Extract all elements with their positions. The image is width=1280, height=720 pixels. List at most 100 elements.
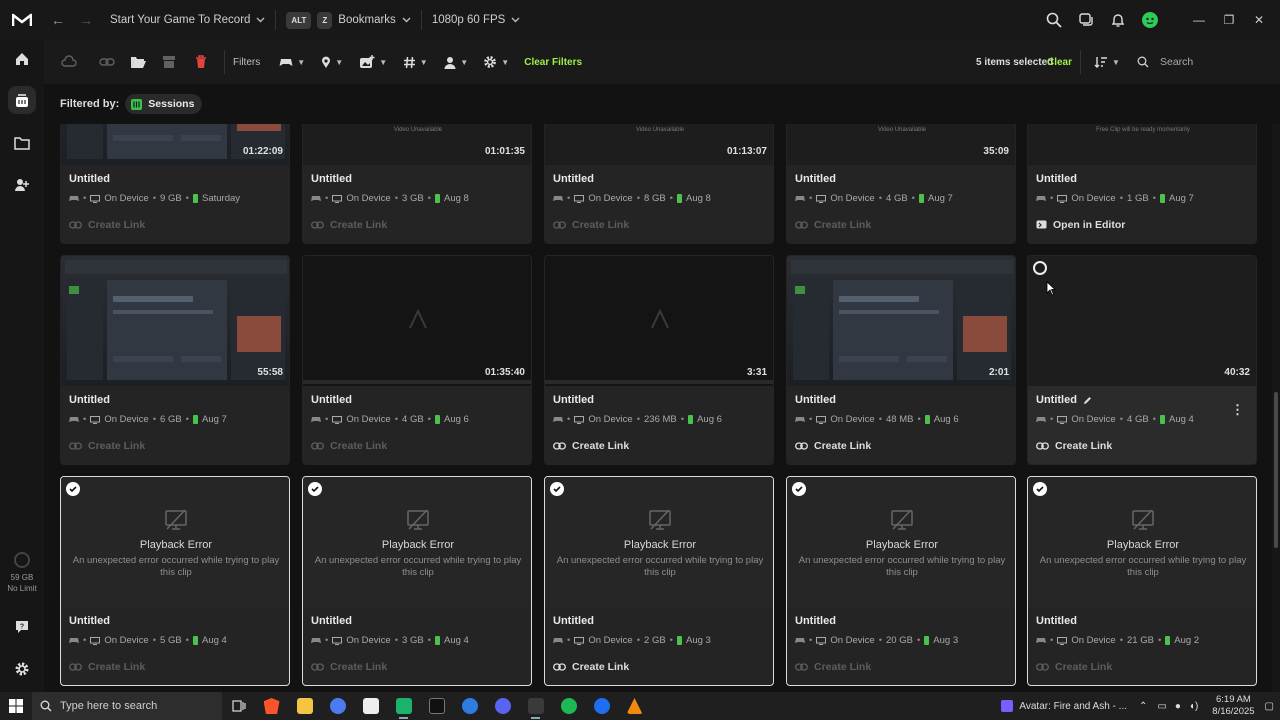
open-in-editor-button[interactable]: Open in Editor	[1036, 219, 1125, 231]
create-link-button[interactable]: Create Link	[311, 661, 387, 673]
clip-card[interactable]: Playback Error An unexpected error occurr…	[1027, 476, 1257, 686]
create-link-button[interactable]: Create Link	[553, 661, 629, 673]
select-checkbox[interactable]	[1033, 261, 1047, 275]
create-link-button[interactable]: Create Link	[1036, 661, 1112, 673]
search-box[interactable]	[1132, 48, 1268, 76]
clip-thumbnail-error[interactable]: Playback Error An unexpected error occurr…	[545, 477, 773, 607]
clip-title[interactable]: Untitled	[69, 615, 110, 627]
sidebar-item-library[interactable]	[0, 86, 44, 116]
clip-thumbnail[interactable]: Video Unavailable 35:09	[787, 124, 1015, 165]
create-link-button[interactable]: Create Link	[553, 219, 629, 231]
create-link-button[interactable]: Create Link	[553, 440, 629, 452]
clip-card[interactable]: Video Unavailable 01:13:07 Untitled • On Dev…	[544, 124, 774, 244]
delete-button[interactable]	[182, 40, 220, 84]
create-link-button[interactable]: Create Link	[795, 219, 871, 231]
taskbar-app-vlc[interactable]	[618, 692, 651, 720]
start-button[interactable]	[0, 692, 32, 720]
clip-thumbnail[interactable]: Free Clip will be ready momentarily	[1028, 124, 1256, 165]
taskbar-app-capcut[interactable]	[354, 692, 387, 720]
network-icon[interactable]: ▭	[1157, 701, 1166, 712]
clip-title[interactable]: Untitled	[311, 394, 352, 406]
archive-button[interactable]	[156, 40, 182, 84]
clip-thumbnail[interactable]: 01:22:09	[61, 124, 289, 165]
clip-thumbnail[interactable]: 01:35:40	[303, 256, 531, 386]
create-link-button[interactable]: Create Link	[311, 219, 387, 231]
upload-button[interactable]	[44, 40, 94, 84]
avatar[interactable]	[1134, 11, 1166, 29]
clip-card[interactable]: 55:58 Untitled • On Device • 6 GB • Aug 7 Create…	[60, 255, 290, 465]
selected-checkmark-icon[interactable]	[550, 482, 564, 496]
move-to-folder-button[interactable]	[120, 40, 156, 84]
search-button[interactable]	[1038, 12, 1070, 28]
sort-dropdown[interactable]: ▼	[1094, 40, 1120, 84]
clip-thumbnail[interactable]: Video Unavailable 01:13:07	[545, 124, 773, 165]
clip-card[interactable]: 40:32 Untitled • On Device • 4 GB • Aug 4 ⋮ Creat…	[1027, 255, 1257, 465]
taskbar-app-blue[interactable]	[453, 692, 486, 720]
clip-title[interactable]: Untitled	[69, 394, 110, 406]
minimize-button[interactable]: —	[1184, 13, 1214, 27]
taskbar-app-medal[interactable]	[519, 692, 552, 720]
clip-thumbnail[interactable]: 3:31	[545, 256, 773, 386]
taskbar-app-browser[interactable]	[321, 692, 354, 720]
scrollbar[interactable]	[1272, 124, 1280, 692]
taskbar-app-discord[interactable]	[486, 692, 519, 720]
clip-card[interactable]: 3:31 Untitled • On Device • 236 MB • Aug 6 Creat…	[544, 255, 774, 465]
chevron-up-icon[interactable]: ⌃	[1139, 701, 1147, 712]
clip-thumbnail-error[interactable]: Playback Error An unexpected error occurr…	[787, 477, 1015, 607]
quality-dropdown[interactable]: 1080p 60 FPS	[432, 14, 521, 26]
storage-indicator[interactable]: 59 GB No Limit	[0, 552, 44, 594]
filter-chip-sessions[interactable]: Sessions	[125, 94, 203, 114]
notifications-button[interactable]	[1102, 12, 1134, 28]
pencil-icon[interactable]	[1083, 396, 1092, 405]
clip-title[interactable]: Untitled	[1036, 615, 1077, 627]
create-link-button[interactable]: Create Link	[795, 661, 871, 673]
clear-selection-button[interactable]: Clear	[1047, 40, 1072, 84]
create-link-button[interactable]: Create Link	[311, 440, 387, 452]
selected-checkmark-icon[interactable]	[1033, 482, 1047, 496]
sidebar-item-settings[interactable]	[0, 654, 44, 684]
back-button[interactable]: ←	[51, 12, 65, 28]
sidebar-item-folders[interactable]	[0, 128, 44, 158]
clip-thumbnail[interactable]: 55:58	[61, 256, 289, 386]
taskbar-app-brave[interactable]	[255, 692, 288, 720]
clip-card[interactable]: Playback Error An unexpected error occurr…	[302, 476, 532, 686]
scrollbar-thumb[interactable]	[1274, 392, 1278, 548]
clear-filters-button[interactable]: Clear Filters	[524, 57, 582, 68]
clip-thumbnail-error[interactable]: Playback Error An unexpected error occurr…	[1028, 477, 1256, 607]
clock[interactable]: 6:19 AM 8/16/2025	[1212, 694, 1254, 718]
filter-tags-dropdown[interactable]: ▼	[394, 40, 436, 84]
create-link-button[interactable]: Create Link	[1036, 440, 1112, 452]
clip-card[interactable]: 01:35:40 Untitled • On Device • 4 GB • Aug 6 Cre…	[302, 255, 532, 465]
clip-title[interactable]: Untitled	[795, 173, 836, 185]
filter-settings-dropdown[interactable]: ▼	[476, 40, 516, 84]
clip-card[interactable]: 2:01 Untitled • On Device • 48 MB • Aug 6 Create…	[786, 255, 1016, 465]
clip-card[interactable]: 01:22:09 Untitled • On Device • 9 GB • Saturday…	[60, 124, 290, 244]
sidebar-item-feedback[interactable]: ?	[0, 612, 44, 642]
forward-button[interactable]: →	[79, 12, 93, 28]
medal-logo[interactable]	[0, 13, 44, 27]
clip-title[interactable]: Untitled	[69, 173, 110, 185]
link-button[interactable]	[94, 40, 120, 84]
sidebar-item-friends[interactable]	[0, 170, 44, 200]
maximize-button[interactable]: ❐	[1214, 13, 1244, 27]
create-link-button[interactable]: Create Link	[795, 440, 871, 452]
chat-button[interactable]	[1070, 12, 1102, 28]
mic-icon[interactable]: ●	[1175, 701, 1181, 712]
clip-thumbnail[interactable]: 2:01	[787, 256, 1015, 386]
more-options-icon[interactable]: ⋮	[1231, 402, 1244, 418]
create-link-button[interactable]: Create Link	[69, 440, 145, 452]
taskbar-app-shazam[interactable]	[585, 692, 618, 720]
clip-card[interactable]: Playback Error An unexpected error occurr…	[60, 476, 290, 686]
sidebar-item-home[interactable]	[0, 44, 44, 74]
clip-title[interactable]: Untitled	[1036, 394, 1077, 406]
taskbar-app-green[interactable]	[387, 692, 420, 720]
clip-title[interactable]: Untitled	[795, 615, 836, 627]
taskbar-app-explorer[interactable]	[288, 692, 321, 720]
clip-card[interactable]: Video Unavailable 01:01:35 Untitled • On Dev…	[302, 124, 532, 244]
media-widget[interactable]: Avatar: Fire and Ash - ...	[1001, 700, 1127, 712]
volume-icon[interactable]: ◖)	[1189, 701, 1198, 712]
close-button[interactable]: ✕	[1244, 13, 1274, 27]
filter-game-dropdown[interactable]: ▼	[272, 40, 312, 84]
taskbar-app-spotify[interactable]	[552, 692, 585, 720]
clip-title[interactable]: Untitled	[553, 394, 594, 406]
